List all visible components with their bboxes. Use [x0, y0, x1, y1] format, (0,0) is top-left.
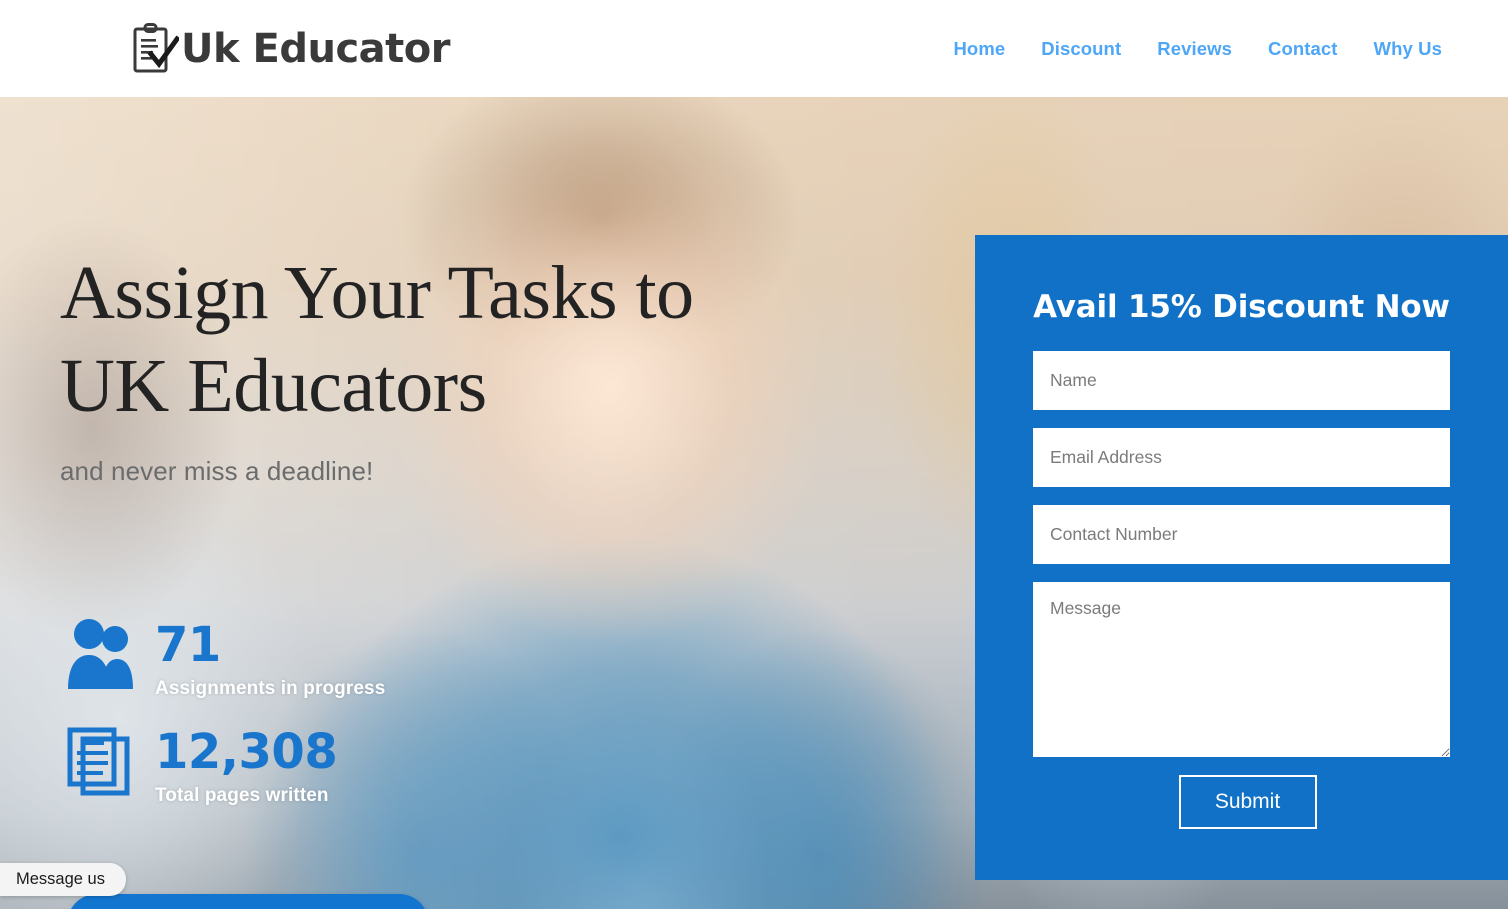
chat-widget-label: Message us	[16, 870, 105, 888]
contact-number-input[interactable]	[1033, 505, 1450, 564]
clipboard-check-icon	[133, 22, 179, 72]
stat-value: 12,308	[155, 724, 338, 780]
message-textarea[interactable]	[1033, 582, 1450, 757]
submit-button[interactable]: Submit	[1178, 775, 1317, 829]
stat-body: 71 Assignments in progress	[155, 617, 385, 700]
page-title: Assign Your Tasks to UK Educators	[60, 247, 760, 432]
stat-item-assignments: 71 Assignments in progress	[65, 617, 385, 700]
hero-subtitle: and never miss a deadline!	[60, 456, 374, 487]
hero-title-line-2: UK Educators	[60, 343, 487, 428]
main-navigation: Home Discount Reviews Contact Why Us	[953, 38, 1442, 60]
nav-link-contact[interactable]: Contact	[1268, 38, 1338, 60]
users-icon	[68, 619, 133, 689]
site-logo[interactable]: Uk Educator	[131, 22, 450, 76]
stat-value: 71	[155, 617, 221, 673]
email-input[interactable]	[1033, 428, 1450, 487]
submit-row: Submit	[1033, 775, 1450, 829]
get-pro-consultation-button[interactable]: GET PRO CONSULTATION	[67, 894, 429, 909]
form-fields: Submit	[1033, 351, 1450, 829]
documents-icon	[67, 727, 130, 796]
nav-link-why-us[interactable]: Why Us	[1374, 38, 1442, 60]
hero-title-line-1: Assign Your Tasks to	[60, 251, 694, 335]
stat-label: Assignments in progress	[155, 678, 386, 699]
stat-item-pages: 12,308 Total pages written	[65, 724, 385, 807]
site-header: Uk Educator Home Discount Reviews Contac…	[0, 0, 1508, 97]
stat-label: Total pages written	[155, 785, 329, 806]
landing-page: Uk Educator Home Discount Reviews Contac…	[0, 0, 1508, 909]
form-title: Avail 15% Discount Now	[1033, 289, 1450, 325]
nav-link-discount[interactable]: Discount	[1041, 38, 1121, 60]
nav-link-home[interactable]: Home	[953, 38, 1005, 60]
hero-copy: Assign Your Tasks to UK Educators and ne…	[60, 247, 760, 487]
nav-link-reviews[interactable]: Reviews	[1157, 38, 1232, 60]
hero-stats: 71 Assignments in progress 12,308 Total …	[65, 617, 385, 807]
message-us-chat-widget[interactable]: Message us	[0, 863, 126, 896]
stat-body: 12,308 Total pages written	[155, 724, 338, 807]
discount-form-panel: Avail 15% Discount Now Submit	[975, 235, 1508, 880]
logo-text: Uk Educator	[181, 25, 450, 72]
name-input[interactable]	[1033, 351, 1450, 410]
